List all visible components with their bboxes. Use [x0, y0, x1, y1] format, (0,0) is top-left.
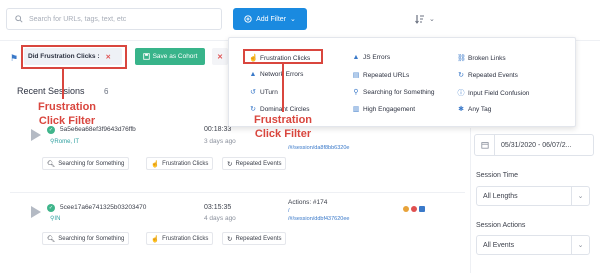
session-url[interactable]: /#/session/ddbf437620ee — [288, 216, 349, 222]
row-divider — [10, 192, 465, 193]
sort-button[interactable]: ⌄ — [415, 8, 445, 30]
tag-repeated[interactable]: ↻ Repeated Events — [222, 232, 287, 245]
chip-highlight-box — [21, 45, 127, 69]
session-actions-value: All Events — [483, 241, 515, 249]
play-icon[interactable] — [28, 128, 42, 142]
menu-item-repeated-events[interactable]: ↻ Repeated Events — [457, 71, 518, 80]
chevron-down-icon: ⌄ — [429, 16, 435, 23]
menu-item-any-tag[interactable]: ✱ Any Tag — [457, 105, 491, 114]
menu-item-high-engagement[interactable]: ▥ High Engagement — [352, 105, 415, 114]
magnifier-icon: 🔍︎ — [47, 160, 56, 168]
calendar-icon — [475, 135, 495, 155]
hand-icon: ☝ — [151, 160, 160, 168]
session-location: ⚲IN — [50, 216, 61, 222]
clear-filter-button[interactable]: ✕ — [212, 48, 228, 65]
add-filter-label: Add Filter — [256, 15, 287, 23]
recent-sessions-title: Recent Sessions — [17, 86, 85, 96]
menu-item-dominant-circles[interactable]: ↻ Dominant Circles — [249, 105, 309, 114]
add-filter-button[interactable]: Add Filter ⌄ — [233, 8, 307, 30]
refresh-icon: ↻ — [227, 160, 233, 168]
table-row[interactable]: ✓ 5a5e6ea68ef3f9643d76ffb ⚲Rome, IT 00:1… — [0, 118, 470, 188]
menu-item-input-confusion[interactable]: ⓘ Input Field Confusion — [457, 88, 530, 98]
annotation-text: Click Filter — [254, 128, 312, 140]
save-icon — [142, 53, 150, 60]
session-time-select[interactable]: All Lengths ⌄ — [476, 186, 590, 206]
chevron-down-icon: ⌄ — [571, 236, 589, 254]
sort-icon — [415, 15, 424, 24]
hand-icon: ☝ — [151, 235, 160, 243]
menu-item-repeated-urls[interactable]: ▤ Repeated URLs — [352, 71, 410, 80]
annotation-label-menu: Frustration Click Filter — [241, 113, 325, 141]
browser-icon — [411, 206, 417, 212]
refresh-icon: ↻ — [227, 235, 233, 243]
menu-item-network-errors[interactable]: ▲ Network Errors — [249, 71, 304, 78]
check-icon: ✓ — [47, 126, 55, 134]
session-url[interactable]: /#/session/da8f8bb6320e — [288, 145, 349, 151]
annotation-arrow — [282, 64, 284, 112]
warning-icon: ▲ — [249, 71, 257, 78]
session-actions-label: Session Actions — [476, 222, 526, 229]
tag-repeated[interactable]: ↻ Repeated Events — [222, 157, 287, 170]
menu-item-broken-links[interactable]: ⛓ Broken Links — [457, 54, 506, 63]
menu-highlight-box — [243, 49, 323, 64]
annotation-text: Frustration — [37, 101, 97, 113]
magnifier-icon: ⚲ — [353, 89, 359, 96]
os-icon — [403, 206, 409, 212]
close-icon: ✕ — [217, 53, 223, 61]
link-icon: ⛓ — [457, 55, 466, 62]
session-duration: 03:15:35 — [204, 204, 232, 211]
session-actions: Actions: #174 — [288, 199, 328, 206]
date-range-value: 05/31/2020 - 06/07/2... — [501, 141, 572, 149]
save-cohort-button[interactable]: Save as Cohort — [135, 48, 205, 65]
uturn-icon: ↺ — [250, 89, 256, 96]
panel-divider — [470, 128, 471, 273]
search-icon — [15, 15, 23, 23]
annotation-arrow — [62, 69, 64, 99]
copy-icon: ▤ — [352, 72, 360, 79]
tag-searching[interactable]: 🔍︎ Searching for Something — [42, 232, 130, 245]
session-location: ⚲Rome, IT — [50, 139, 80, 145]
session-ago: 4 days ago — [204, 215, 236, 222]
filter-icon — [244, 15, 252, 23]
table-row[interactable]: ✓ 5cee17a6e741325b03203470 ⚲IN 03:15:35 … — [0, 196, 470, 256]
circle-icon: ↻ — [250, 106, 256, 113]
chart-icon: ▥ — [352, 106, 360, 113]
check-icon: ✓ — [47, 204, 55, 212]
menu-item-uturn[interactable]: ↺ UTurn — [249, 88, 278, 97]
session-time-label: Session Time — [476, 172, 519, 179]
session-id[interactable]: 5cee17a6e741325b03203470 — [60, 204, 146, 211]
info-icon: ⓘ — [457, 90, 465, 97]
menu-item-searching[interactable]: ⚲ Searching for Something — [352, 88, 434, 97]
tag-frustration[interactable]: ☝ Frustration Clicks — [146, 157, 214, 170]
date-range-picker[interactable]: 05/31/2020 - 06/07/2... — [474, 134, 594, 156]
menu-item-js-errors[interactable]: ▲ JS Errors — [352, 54, 391, 61]
recent-sessions-count: 6 — [104, 87, 109, 96]
chevron-down-icon: ⌄ — [571, 187, 589, 205]
device-icon — [419, 206, 425, 212]
play-icon[interactable] — [28, 205, 42, 219]
session-id[interactable]: 5a5e6ea68ef3f9643d76ffb — [60, 126, 136, 133]
session-url-prefix: / — [288, 208, 290, 214]
refresh-icon: ↻ — [458, 72, 464, 79]
session-time-value: All Lengths — [483, 192, 518, 200]
flag-icon: ⚑ — [10, 53, 19, 63]
chevron-down-icon: ⌄ — [290, 16, 296, 23]
magnifier-icon: 🔍︎ — [47, 235, 56, 243]
tag-searching[interactable]: 🔍︎ Searching for Something — [42, 157, 130, 170]
session-duration: 00:18:33 — [204, 126, 232, 133]
session-actions-select[interactable]: All Events ⌄ — [476, 235, 590, 255]
browser-icons — [403, 206, 425, 212]
search-placeholder: Search for URLs, tags, text, etc — [29, 15, 127, 23]
annotation-text: Frustration — [253, 114, 313, 126]
session-ago: 3 days ago — [204, 138, 236, 145]
tag-frustration[interactable]: ☝ Frustration Clicks — [146, 232, 214, 245]
warning-icon: ▲ — [352, 54, 360, 61]
search-input[interactable]: Search for URLs, tags, text, etc — [6, 8, 222, 30]
star-icon: ✱ — [458, 106, 464, 113]
save-cohort-label: Save as Cohort — [152, 53, 198, 60]
